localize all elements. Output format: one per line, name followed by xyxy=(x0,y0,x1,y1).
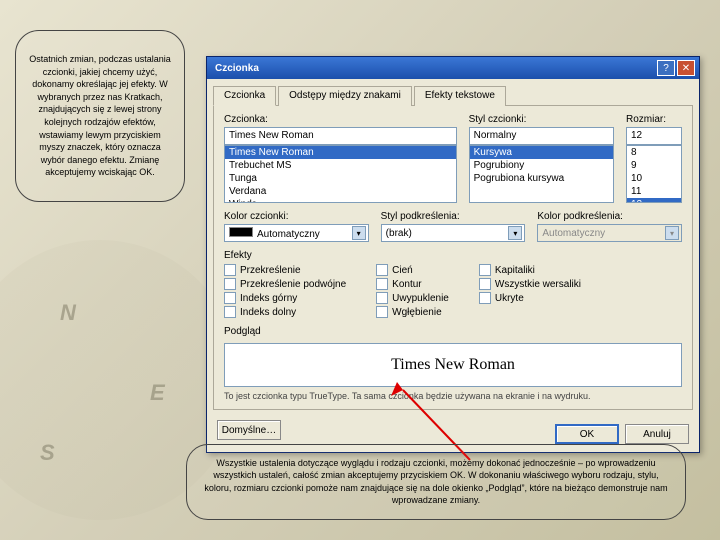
checkbox-strike[interactable]: Przekreślenie xyxy=(224,264,346,276)
ok-button[interactable]: OK xyxy=(555,424,619,444)
checkbox-icon xyxy=(376,278,388,290)
checkbox-outline[interactable]: Kontur xyxy=(376,278,449,290)
list-item[interactable]: Pogrubiony xyxy=(470,159,613,172)
checkbox-allcaps[interactable]: Wszystkie wersaliki xyxy=(479,278,581,290)
tab-spacing[interactable]: Odstępy między znakami xyxy=(278,86,412,106)
titlebar[interactable]: Czcionka ? ✕ xyxy=(207,57,699,79)
font-dialog: Czcionka ? ✕ Czcionka Odstępy między zna… xyxy=(206,56,700,453)
tab-font[interactable]: Czcionka xyxy=(213,86,276,106)
default-button[interactable]: Domyślne… xyxy=(217,420,281,440)
tab-panel: Czcionka: Times New Roman Times New Roma… xyxy=(213,105,693,410)
checkbox-smallcaps[interactable]: Kapitaliki xyxy=(479,264,581,276)
chevron-down-icon: ▾ xyxy=(508,226,522,240)
checkbox-engrave[interactable]: Wgłębienie xyxy=(376,306,449,318)
style-label: Styl czcionki: xyxy=(469,114,614,125)
preview-box: Times New Roman xyxy=(224,343,682,387)
font-color-combo[interactable]: Automatyczny ▾ xyxy=(224,224,369,242)
font-label: Czcionka: xyxy=(224,114,457,125)
size-input[interactable]: 12 xyxy=(626,127,682,145)
help-button[interactable]: ? xyxy=(657,60,675,76)
underline-value: (brak) xyxy=(386,228,412,239)
checkbox-subscript[interactable]: Indeks dolny xyxy=(224,306,346,318)
effects-group: Przekreślenie Przekreślenie podwójne Ind… xyxy=(224,264,682,318)
note-bottom: Wszystkie ustalenia dotyczące wyglądu i … xyxy=(186,444,686,520)
tabs: Czcionka Odstępy między znakami Efekty t… xyxy=(207,79,699,105)
compass-s: S xyxy=(40,440,55,466)
checkbox-icon xyxy=(224,292,236,304)
checkbox-double-strike[interactable]: Przekreślenie podwójne xyxy=(224,278,346,290)
font-color-value: Automatyczny xyxy=(257,229,320,240)
checkbox-icon xyxy=(376,306,388,318)
list-item[interactable]: Verdana xyxy=(225,185,456,198)
chevron-down-icon: ▾ xyxy=(352,226,366,240)
list-item[interactable]: Pogrubiona kursywa xyxy=(470,172,613,185)
checkbox-shadow[interactable]: Cień xyxy=(376,264,449,276)
list-item[interactable]: 9 xyxy=(627,159,681,172)
checkbox-icon xyxy=(224,264,236,276)
list-item[interactable]: 11 xyxy=(627,185,681,198)
list-item[interactable]: 10 xyxy=(627,172,681,185)
checkbox-superscript[interactable]: Indeks górny xyxy=(224,292,346,304)
checkbox-emboss[interactable]: Uwypuklenie xyxy=(376,292,449,304)
style-list[interactable]: Kursywa Pogrubiony Pogrubiona kursywa xyxy=(469,145,614,203)
style-input[interactable]: Normalny xyxy=(469,127,614,145)
underline-color-value: Automatyczny xyxy=(542,228,605,239)
close-button[interactable]: ✕ xyxy=(677,60,695,76)
underline-color-combo: Automatyczny ▾ xyxy=(537,224,682,242)
checkbox-icon xyxy=(479,264,491,276)
size-list[interactable]: 8 9 10 11 12 xyxy=(626,145,682,203)
truetype-hint: To jest czcionka typu TrueType. Ta sama … xyxy=(224,391,682,401)
checkbox-icon xyxy=(479,292,491,304)
tab-text-effects[interactable]: Efekty tekstowe xyxy=(414,86,506,106)
font-color-label: Kolor czcionki: xyxy=(224,211,369,222)
compass-e: E xyxy=(150,380,165,406)
checkbox-icon xyxy=(224,278,236,290)
list-item[interactable]: 12 xyxy=(627,198,681,203)
list-item[interactable]: Winds xyxy=(225,198,456,203)
checkbox-icon xyxy=(376,264,388,276)
underline-color-label: Kolor podkreślenia: xyxy=(537,211,682,222)
list-item[interactable]: Tunga xyxy=(225,172,456,185)
note-left: Ostatnich zmian, podczas ustalania czcio… xyxy=(15,30,185,202)
checkbox-hidden[interactable]: Ukryte xyxy=(479,292,581,304)
compass-n: N xyxy=(60,300,76,326)
color-chip xyxy=(229,227,253,237)
chevron-down-icon: ▾ xyxy=(665,226,679,240)
size-label: Rozmiar: xyxy=(626,114,682,125)
checkbox-icon xyxy=(376,292,388,304)
checkbox-icon xyxy=(224,306,236,318)
list-item[interactable]: 8 xyxy=(627,146,681,159)
dialog-title: Czcionka xyxy=(211,63,655,74)
checkbox-icon xyxy=(479,278,491,290)
effects-label: Efekty xyxy=(224,250,682,261)
cancel-button[interactable]: Anuluj xyxy=(625,424,689,444)
preview-label: Podgląd xyxy=(224,326,682,337)
underline-combo[interactable]: (brak) ▾ xyxy=(381,224,526,242)
underline-label: Styl podkreślenia: xyxy=(381,211,526,222)
list-item[interactable]: Trebuchet MS xyxy=(225,159,456,172)
font-input[interactable]: Times New Roman xyxy=(224,127,457,145)
font-list[interactable]: Times New Roman Trebuchet MS Tunga Verda… xyxy=(224,145,457,203)
list-item[interactable]: Times New Roman xyxy=(225,146,456,159)
list-item[interactable]: Kursywa xyxy=(470,146,613,159)
